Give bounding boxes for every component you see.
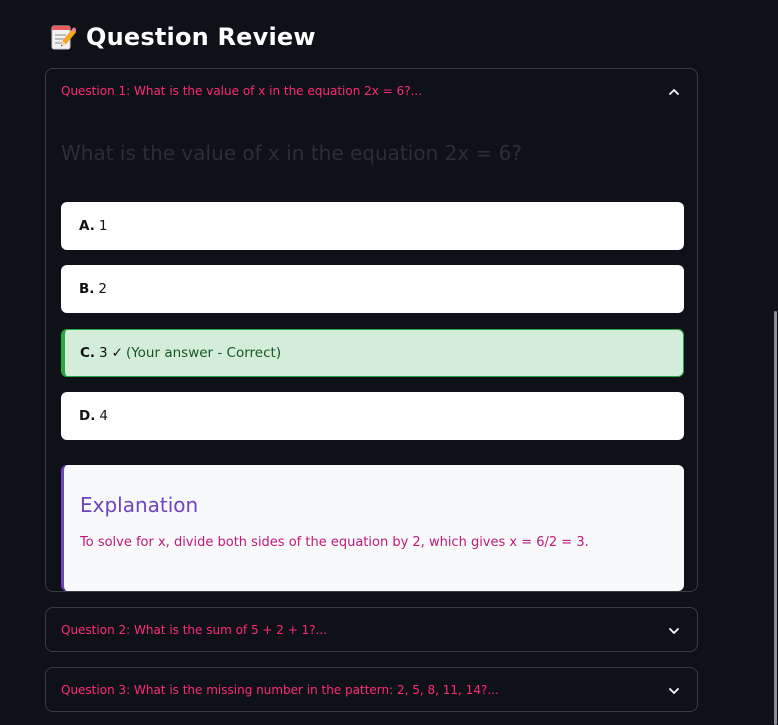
option-a-letter: A.	[79, 218, 95, 234]
explanation-title: Explanation	[80, 493, 199, 517]
option-c-text: 3	[99, 345, 108, 361]
page-title: Question Review	[86, 23, 316, 51]
option-b-letter: B.	[79, 281, 95, 297]
option-c-selected-correct[interactable]: C. 3 ✓ (Your answer - Correct)	[61, 329, 684, 377]
question-2-expander: Question 2: What is the sum of 5 + 2 + 1…	[45, 607, 698, 652]
option-d[interactable]: D. 4	[61, 392, 684, 440]
option-b-text: 2	[98, 281, 108, 297]
question-3-summary[interactable]: Question 3: What is the missing number i…	[46, 668, 697, 712]
app-main: Question Review Question 1: What is the …	[0, 0, 778, 725]
question-2-summary[interactable]: Question 2: What is the sum of 5 + 2 + 1…	[46, 608, 697, 652]
option-a[interactable]: A. 1	[61, 202, 684, 250]
question-2-summary-label: Question 2: What is the sum of 5 + 2 + 1…	[61, 623, 328, 637]
option-d-text: 4	[99, 408, 108, 424]
page-header: Question Review	[50, 22, 316, 52]
option-a-text: 1	[98, 218, 108, 234]
question-1-summary[interactable]: Question 1: What is the value of x in th…	[46, 69, 697, 113]
question-1-summary-label: Question 1: What is the value of x in th…	[61, 84, 423, 98]
explanation-text: To solve for x, divide both sides of the…	[80, 535, 589, 550]
option-c-letter: C.	[80, 345, 96, 361]
question-1-text: What is the value of x in the equation 2…	[61, 141, 522, 165]
chevron-up-icon[interactable]	[667, 84, 681, 98]
option-b[interactable]: B. 2	[61, 265, 684, 313]
question-3-expander: Question 3: What is the missing number i…	[45, 667, 698, 712]
option-c-verdict: (Your answer - Correct)	[125, 345, 282, 361]
option-d-letter: D.	[79, 408, 96, 424]
question-3-summary-label: Question 3: What is the missing number i…	[61, 683, 499, 697]
check-icon: ✓	[111, 345, 123, 361]
chevron-down-icon[interactable]	[667, 683, 681, 697]
explanation-box: Explanation To solve for x, divide both …	[61, 465, 684, 591]
scrollbar-thumb[interactable]	[774, 311, 777, 725]
question-1-expander: Question 1: What is the value of x in th…	[45, 68, 698, 592]
memo-icon	[50, 22, 78, 52]
chevron-down-icon[interactable]	[667, 623, 681, 637]
